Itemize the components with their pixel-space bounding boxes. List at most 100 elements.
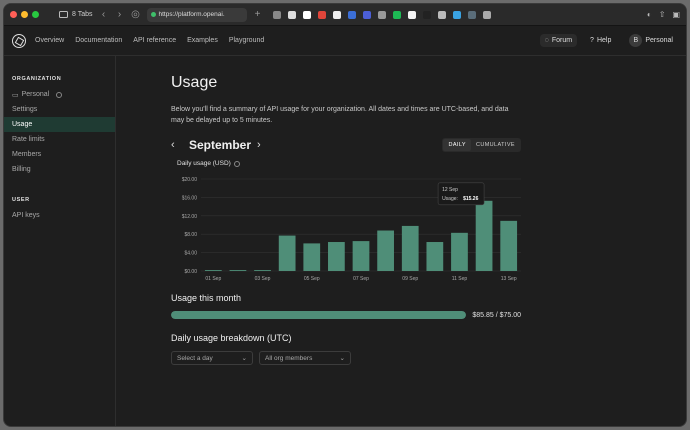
nav-overview[interactable]: Overview (35, 37, 64, 44)
x-tick-label: 01 Sep (205, 276, 221, 282)
tabs-count-label: 8 Tabs (72, 11, 93, 18)
account-button[interactable]: B Personal (624, 31, 678, 50)
edit-icon[interactable] (332, 10, 341, 19)
bar (303, 243, 321, 271)
next-month-button[interactable]: › (257, 139, 269, 151)
y-tick-label: $20.00 (182, 177, 198, 183)
bar (352, 241, 370, 271)
x-tick-label: 03 Sep (255, 276, 271, 282)
usage-progress-fill (171, 311, 467, 319)
month-label: September (189, 138, 252, 152)
page-title: Usage (171, 74, 218, 91)
daily-toggle-button[interactable]: DAILY (443, 139, 471, 151)
github-icon[interactable] (377, 10, 386, 19)
browser-toolbar: 8 Tabs ‹ › ◎ https://platform.openai. + … (4, 4, 686, 26)
breakdown-title: Daily usage breakdown (UTC) (171, 333, 292, 343)
maximize-window-button[interactable] (32, 11, 39, 18)
sidebar-item-billing[interactable]: Billing (4, 162, 115, 177)
members-select[interactable]: All org members ⌄ (259, 351, 351, 365)
close-window-button[interactable] (10, 11, 17, 18)
browser-window: 8 Tabs ‹ › ◎ https://platform.openai. + … (3, 3, 687, 427)
nav-documentation[interactable]: Documentation (75, 37, 122, 44)
openai-logo-icon[interactable] (12, 33, 26, 48)
bar (328, 242, 345, 271)
chat-icon: ◌ (544, 37, 549, 44)
bar (377, 230, 394, 271)
prev-month-button[interactable]: ‹ (171, 139, 183, 151)
bar (426, 242, 444, 271)
bar (229, 270, 247, 271)
sidebar-item-members[interactable]: Members (4, 147, 115, 162)
nav-api-reference[interactable]: API reference (133, 37, 176, 44)
top-nav: Overview Documentation API reference Exampl… (35, 37, 264, 44)
org-selector[interactable]: ▭ Personal (4, 87, 115, 102)
x-tick-label: 09 Sep (402, 276, 418, 282)
favorites-bar (272, 10, 491, 19)
spotify-icon[interactable] (392, 10, 401, 19)
nav-examples[interactable]: Examples (187, 37, 218, 44)
black-icon[interactable] (422, 10, 431, 19)
sidebar-item-rate-limits[interactable]: Rate limits (4, 132, 115, 147)
sidebar-item-api-keys[interactable]: API keys (4, 208, 115, 223)
red-icon[interactable] (317, 10, 326, 19)
download-icon[interactable]: ◐ (647, 10, 652, 19)
music-icon[interactable] (407, 10, 416, 19)
daily-usage-chart: $0.00 $4.00 $8.00 $12.00 $16.00 $20.00 01 Sep 0… (182, 177, 521, 282)
usage-amount: $85.85 / $75.00 (472, 311, 521, 319)
user-section-title: USER (12, 197, 30, 203)
address-bar[interactable]: https://platform.openai. (146, 7, 247, 22)
app-header: Overview Documentation API reference Exampl… (4, 26, 686, 56)
sidebar-icon (59, 11, 68, 18)
bar (278, 235, 296, 271)
x-tick-label: 13 Sep (501, 276, 517, 282)
share-icon[interactable]: ⇧ (659, 10, 666, 19)
bar (475, 200, 493, 271)
bar (401, 225, 419, 271)
tab-grid-icon[interactable]: ▣ (672, 10, 680, 19)
glasses-icon[interactable] (482, 10, 491, 19)
x-tick-label: 11 Sep (452, 276, 468, 282)
info-icon (56, 91, 63, 98)
circle-icon[interactable] (362, 10, 371, 19)
help-button[interactable]: ? Help (585, 34, 616, 47)
avatar: B (629, 34, 643, 47)
sidebar-item-usage[interactable]: Usage (4, 117, 115, 132)
info-icon[interactable] (233, 160, 240, 167)
bar (254, 270, 271, 271)
usage-month-title: Usage this month (171, 293, 242, 303)
cumulative-toggle-button[interactable]: CUMULATIVE (471, 139, 520, 151)
x-tick-label: 05 Sep (304, 276, 320, 282)
forward-icon[interactable]: › (115, 9, 125, 20)
bar (500, 220, 518, 271)
ext-icon[interactable] (302, 10, 311, 19)
n-icon[interactable] (272, 10, 281, 19)
day-select[interactable]: Select a day ⌄ (171, 351, 253, 365)
bar (204, 270, 222, 271)
chevron-down-icon: ⌄ (339, 355, 345, 362)
org-name: Personal (21, 91, 50, 98)
x-tick-label: 07 Sep (353, 276, 369, 282)
y-tick-label: $16.00 (182, 195, 198, 201)
tooltip-date: 12 Sep (442, 187, 458, 193)
nav-playground[interactable]: Playground (229, 37, 264, 44)
usage-progress-bar (171, 311, 467, 319)
help-label: Help (596, 37, 612, 44)
url-text: https://platform.openai. (158, 11, 225, 18)
back-icon[interactable]: ‹ (99, 9, 109, 20)
blue-icon[interactable] (347, 10, 356, 19)
forum-button[interactable]: ◌ Forum (539, 34, 578, 47)
help-icon: ? (590, 37, 594, 44)
s-icon[interactable] (467, 10, 476, 19)
b-icon[interactable] (437, 10, 446, 19)
new-tab-icon[interactable]: + (253, 9, 263, 20)
chart-mode-toggle: DAILY CUMULATIVE (442, 138, 521, 152)
sidebar-item-settings[interactable]: Settings (4, 102, 115, 117)
ci-icon[interactable] (287, 10, 296, 19)
minimize-window-button[interactable] (21, 11, 28, 18)
map-icon[interactable] (452, 10, 461, 19)
tab-overview-button[interactable]: 8 Tabs (59, 11, 93, 18)
shield-icon[interactable]: ◎ (131, 9, 141, 20)
page-description: Below you'll find a summary of API usage… (171, 106, 509, 124)
sidebar: ORGANIZATION ▭ Personal Settings Usage Rat… (4, 56, 116, 426)
y-tick-label: $12.00 (182, 214, 198, 220)
